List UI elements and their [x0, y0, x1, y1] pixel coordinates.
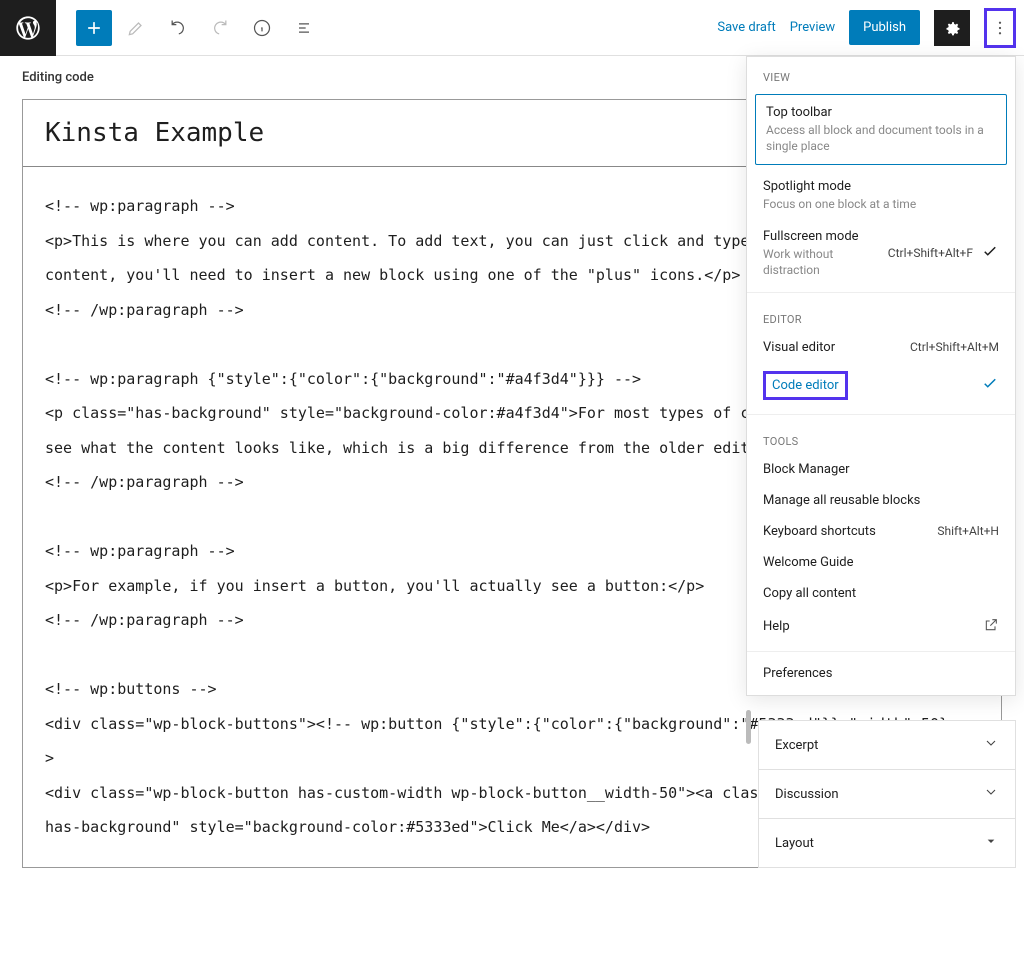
- menu-code-editor[interactable]: Code editor: [747, 363, 1015, 408]
- menu-block-manager-title: Block Manager: [763, 462, 999, 477]
- redo-button[interactable]: [202, 10, 238, 46]
- undo-icon: [168, 18, 188, 38]
- panel-discussion[interactable]: Discussion: [758, 769, 1016, 818]
- plus-icon: [84, 18, 104, 38]
- outline-button[interactable]: [286, 10, 322, 46]
- panel-excerpt-label: Excerpt: [775, 738, 818, 753]
- menu-code-editor-title: Code editor: [763, 371, 848, 400]
- more-menu-button[interactable]: [984, 8, 1016, 48]
- preview-button[interactable]: Preview: [790, 20, 835, 35]
- menu-copy-all-title: Copy all content: [763, 586, 999, 601]
- toolbar-left: [56, 10, 322, 46]
- edit-button[interactable]: [118, 10, 154, 46]
- pencil-icon: [126, 18, 146, 38]
- redo-icon: [210, 18, 230, 38]
- wordpress-icon: [14, 14, 42, 42]
- menu-spotlight[interactable]: Spotlight mode Focus on one block at a t…: [747, 171, 1015, 220]
- menu-welcome-guide[interactable]: Welcome Guide: [747, 547, 1015, 578]
- menu-help[interactable]: Help: [747, 609, 1015, 645]
- menu-visual-editor[interactable]: Visual editor Ctrl+Shift+Alt+M: [747, 332, 1015, 363]
- check-icon: [981, 242, 999, 264]
- editing-code-label: Editing code: [22, 70, 94, 85]
- menu-spotlight-title: Spotlight mode: [763, 179, 999, 194]
- add-block-button[interactable]: [76, 10, 112, 46]
- caret-down-icon: [983, 833, 999, 853]
- menu-preferences[interactable]: Preferences: [747, 658, 1015, 689]
- divider: [747, 414, 1015, 415]
- menu-reusable-blocks[interactable]: Manage all reusable blocks: [747, 485, 1015, 516]
- publish-button[interactable]: Publish: [849, 10, 920, 45]
- more-vertical-icon: [991, 19, 1009, 37]
- chevron-down-icon: [983, 735, 999, 755]
- menu-visual-editor-shortcut: Ctrl+Shift+Alt+M: [910, 340, 999, 354]
- toolbar-right: Save draft Preview Publish: [717, 8, 1024, 48]
- menu-copy-all[interactable]: Copy all content: [747, 578, 1015, 609]
- top-toolbar: Save draft Preview Publish: [0, 0, 1024, 56]
- sidebar-panels: Excerpt Discussion Layout: [758, 720, 1016, 868]
- panel-excerpt[interactable]: Excerpt: [758, 720, 1016, 769]
- menu-welcome-guide-title: Welcome Guide: [763, 555, 999, 570]
- save-draft-button[interactable]: Save draft: [717, 20, 775, 35]
- menu-keyboard-shortcuts[interactable]: Keyboard shortcuts Shift+Alt+H: [747, 516, 1015, 547]
- gear-icon: [942, 18, 962, 38]
- section-label-editor: EDITOR: [747, 299, 1015, 332]
- info-icon: [252, 18, 272, 38]
- menu-fullscreen-title: Fullscreen mode: [763, 229, 880, 244]
- menu-visual-editor-title: Visual editor: [763, 340, 902, 355]
- panel-layout-label: Layout: [775, 836, 814, 851]
- undo-button[interactable]: [160, 10, 196, 46]
- menu-top-toolbar-title: Top toolbar: [766, 105, 996, 120]
- menu-preferences-title: Preferences: [763, 666, 999, 681]
- menu-top-toolbar[interactable]: Top toolbar Access all block and documen…: [755, 94, 1007, 165]
- menu-keyboard-shortcuts-shortcut: Shift+Alt+H: [937, 524, 999, 538]
- menu-fullscreen[interactable]: Fullscreen mode Work without distraction…: [747, 221, 1015, 286]
- menu-top-toolbar-desc: Access all block and document tools in a…: [766, 122, 996, 154]
- menu-fullscreen-shortcut: Ctrl+Shift+Alt+F: [888, 246, 973, 260]
- menu-spotlight-desc: Focus on one block at a time: [763, 196, 999, 212]
- menu-block-manager[interactable]: Block Manager: [747, 454, 1015, 485]
- wp-logo[interactable]: [0, 0, 56, 56]
- menu-keyboard-shortcuts-title: Keyboard shortcuts: [763, 524, 929, 539]
- divider: [747, 292, 1015, 293]
- chevron-down-icon: [983, 784, 999, 804]
- panel-discussion-label: Discussion: [775, 787, 839, 802]
- external-link-icon: [983, 617, 999, 637]
- divider: [747, 651, 1015, 652]
- scrollbar-thumb[interactable]: [746, 710, 751, 744]
- menu-fullscreen-desc: Work without distraction: [763, 246, 880, 278]
- check-icon: [981, 374, 999, 396]
- list-icon: [294, 18, 314, 38]
- info-button[interactable]: [244, 10, 280, 46]
- panel-layout[interactable]: Layout: [758, 818, 1016, 868]
- options-dropdown: VIEW Top toolbar Access all block and do…: [746, 56, 1016, 696]
- section-label-view: VIEW: [747, 57, 1015, 90]
- section-label-tools: TOOLS: [747, 421, 1015, 454]
- menu-reusable-blocks-title: Manage all reusable blocks: [763, 493, 999, 508]
- settings-button[interactable]: [934, 10, 970, 46]
- menu-help-title: Help: [763, 619, 975, 634]
